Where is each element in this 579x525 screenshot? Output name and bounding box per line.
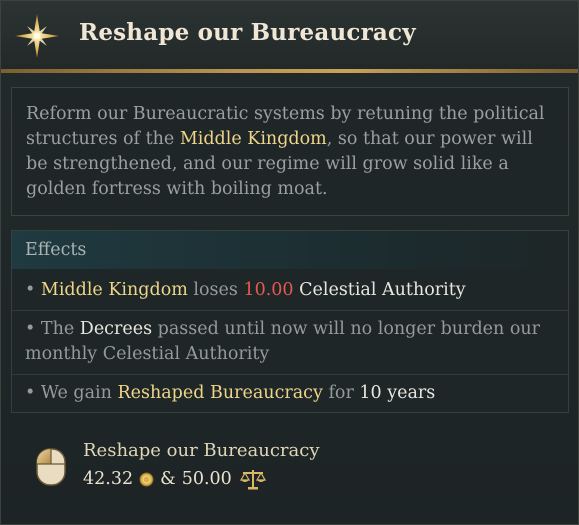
effects-box: Effects • Middle Kingdom loses 10.00 Cel… — [11, 230, 569, 413]
legitimacy-cost: 50.00 — [181, 469, 232, 489]
effect-item: • Middle Kingdom loses 10.00 Celestial A… — [25, 278, 560, 303]
tooltip-title: Reshape our Bureaucracy — [79, 19, 416, 46]
effect-subject: Middle Kingdom — [40, 280, 188, 300]
header-divider — [1, 69, 578, 73]
description-box: Reform our Bureaucratic systems by retun… — [11, 87, 569, 216]
effect-item: • We gain Reshaped Bureaucracy for 10 ye… — [25, 381, 560, 406]
mouse-left-click-icon — [36, 448, 66, 486]
action-cost: 42.32 & 50.00 — [83, 468, 266, 490]
gold-coin-icon — [139, 472, 154, 486]
effect-prefix: The — [40, 319, 75, 339]
description-highlight: Middle Kingdom — [179, 129, 327, 149]
effect-subject: Reshaped Bureaucracy — [117, 383, 323, 403]
effect-object: Celestial Authority — [299, 280, 466, 300]
effect-duration: 10 years — [359, 383, 436, 403]
tooltip-panel: Reshape our Bureaucracy Reform our Burea… — [0, 0, 579, 525]
effect-value: 10.00 — [243, 280, 294, 300]
effect-subject: Decrees — [79, 319, 153, 339]
gold-cost: 42.32 — [83, 469, 134, 489]
cost-joiner: & — [160, 469, 176, 489]
effect-divider — [12, 374, 568, 375]
effects-heading: Effects — [12, 231, 568, 269]
effect-item: • The Decrees passed until now will no l… — [25, 317, 560, 367]
effect-prefix: We gain — [40, 383, 112, 403]
bullet: • — [25, 280, 36, 300]
scales-icon — [239, 470, 266, 490]
bullet: • — [25, 319, 36, 339]
action-title: Reshape our Bureaucracy — [83, 440, 320, 461]
compass-star-icon — [15, 14, 59, 58]
bullet: • — [25, 383, 36, 403]
tooltip-header: Reshape our Bureaucracy — [1, 1, 578, 69]
effect-divider — [12, 310, 568, 311]
effect-verb: loses — [193, 280, 238, 300]
effect-mid: for — [328, 383, 354, 403]
